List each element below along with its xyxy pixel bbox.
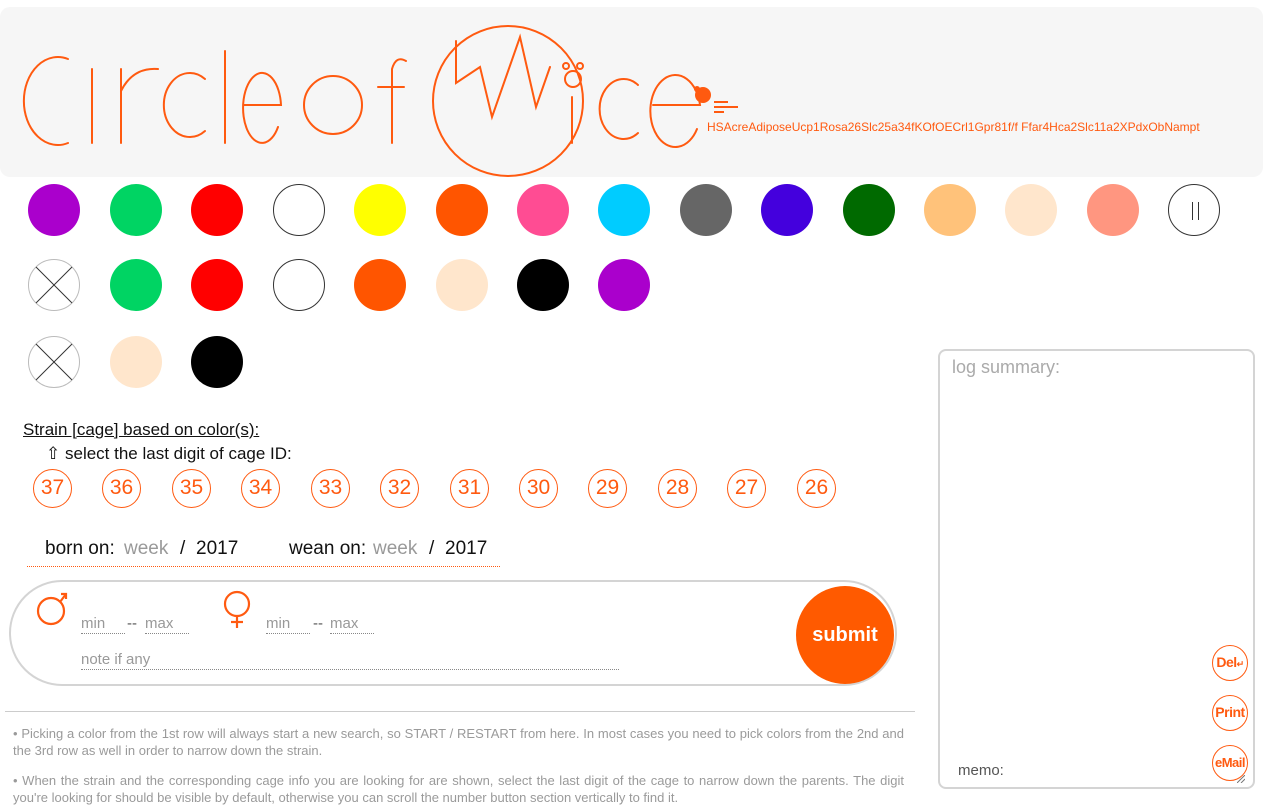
cage-digit-button[interactable]: 33: [311, 469, 350, 508]
color-swatch-red-row2[interactable]: [191, 259, 243, 311]
color-swatch-green-row2[interactable]: [110, 259, 162, 311]
color-swatch-gray[interactable]: [680, 184, 732, 236]
instruction-text: • When the strain and the corresponding …: [13, 773, 904, 805]
cage-digit-button[interactable]: 35: [172, 469, 211, 508]
female-symbol-icon: [223, 590, 251, 628]
cage-digit-button[interactable]: 36: [102, 469, 141, 508]
note-input[interactable]: note if any: [81, 651, 619, 670]
color-swatch-beige-row3[interactable]: [110, 336, 162, 388]
circle-of-mice-logo: [22, 25, 738, 177]
wean-year-input[interactable]: 2017: [445, 538, 487, 560]
wean-slash: /: [429, 538, 435, 559]
color-swatch-green[interactable]: [110, 184, 162, 236]
cage-digit-button[interactable]: 26: [797, 469, 836, 508]
color-swatch-light-orange[interactable]: [924, 184, 976, 236]
sex-count-panel: [9, 580, 897, 686]
color-swatch-cyan[interactable]: [598, 184, 650, 236]
wean-week-input[interactable]: week: [373, 538, 417, 560]
born-label: born on:: [45, 538, 115, 559]
strain-heading: Strain [cage] based on color(s):: [23, 420, 260, 439]
color-swatch-pink[interactable]: [517, 184, 569, 236]
color-swatch-salmon[interactable]: [1087, 184, 1139, 236]
born-slash: /: [180, 538, 186, 559]
color-swatch-beige-row2[interactable]: [436, 259, 488, 311]
clear-x-icon: [35, 343, 73, 381]
color-swatch-yellow[interactable]: [354, 184, 406, 236]
pause-swatch[interactable]: [1168, 184, 1220, 236]
male-min-input[interactable]: min: [81, 615, 125, 634]
female-max-input[interactable]: max: [330, 615, 374, 634]
born-year-input[interactable]: 2017: [196, 538, 238, 560]
print-button[interactable]: Print: [1212, 695, 1248, 731]
male-max-input[interactable]: max: [145, 615, 189, 634]
clear-swatch-row3[interactable]: [28, 336, 80, 388]
color-swatch-black-row3[interactable]: [191, 336, 243, 388]
cage-digit-button[interactable]: 27: [727, 469, 766, 508]
male-symbol-icon: [36, 592, 68, 626]
clear-swatch-row2[interactable]: [28, 259, 80, 311]
delete-label: Del: [1216, 654, 1237, 670]
wean-label: wean on:: [289, 538, 367, 559]
memo-label: memo:: [958, 762, 1004, 779]
cage-digit-button[interactable]: 28: [658, 469, 697, 508]
log-summary-panel[interactable]: log summary: memo:: [938, 349, 1255, 789]
cage-digit-button[interactable]: 31: [450, 469, 489, 508]
instruction-text: • Picking a color from the 1st row will …: [13, 726, 904, 758]
cage-digit-button[interactable]: 37: [33, 469, 72, 508]
delete-button[interactable]: Del↵: [1212, 645, 1248, 681]
up-arrow-icon: ⇧: [46, 444, 61, 463]
divider: [5, 711, 915, 712]
cage-digit-button[interactable]: 34: [241, 469, 280, 508]
female-range-separator: --: [313, 615, 323, 632]
color-swatch-white[interactable]: [273, 184, 325, 236]
select-hint-text: select the last digit of cage ID:: [64, 444, 292, 463]
color-swatch-white-row2[interactable]: [273, 259, 325, 311]
color-swatch-beige[interactable]: [1005, 184, 1057, 236]
cage-digit-button[interactable]: 29: [588, 469, 627, 508]
submit-button[interactable]: submit: [796, 586, 894, 684]
pause-icon: [1192, 202, 1199, 220]
color-swatch-dark-green[interactable]: [843, 184, 895, 236]
clear-x-icon: [35, 266, 73, 304]
color-swatch-black-row2[interactable]: [517, 259, 569, 311]
email-button[interactable]: eMail: [1212, 745, 1248, 781]
select-hint: ⇧ select the last digit of cage ID:: [46, 444, 292, 464]
cage-digit-button[interactable]: 32: [380, 469, 419, 508]
app-header: HSAcreAdiposeUcp1Rosa26Slc25a34fKOfOECrl…: [0, 7, 1263, 177]
dates-row: born on: week / 2017 wean on: week / 201…: [27, 535, 500, 567]
color-swatch-orange-row2[interactable]: [354, 259, 406, 311]
color-swatch-purple[interactable]: [28, 184, 80, 236]
color-swatch-red[interactable]: [191, 184, 243, 236]
color-swatch-purple-row2[interactable]: [598, 259, 650, 311]
born-week-input[interactable]: week: [124, 538, 168, 560]
log-summary-title: log summary:: [952, 357, 1061, 377]
cage-digit-button[interactable]: 30: [519, 469, 558, 508]
male-range-separator: --: [127, 615, 137, 632]
color-swatch-blue[interactable]: [761, 184, 813, 236]
return-icon: ↵: [1236, 659, 1245, 669]
strain-code-text: HSAcreAdiposeUcp1Rosa26Slc25a34fKOfOECrl…: [707, 120, 1200, 134]
color-swatch-orange[interactable]: [436, 184, 488, 236]
female-min-input[interactable]: min: [266, 615, 310, 634]
